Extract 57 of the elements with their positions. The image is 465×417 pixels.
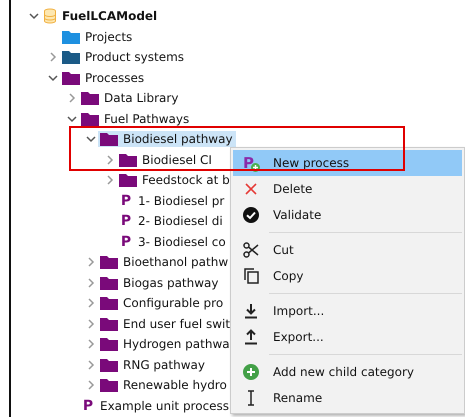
expand-chevron-icon[interactable] [86,339,96,350]
tree-item[interactable]: Feedstock at b [117,172,233,188]
tree-item[interactable]: Biodiesel CI [117,152,215,168]
tree-item[interactable]: RNG pathway [98,356,208,373]
menu-item[interactable]: Export... [233,324,462,350]
expand-chevron-icon[interactable] [105,154,115,165]
menu-item[interactable]: Validate [233,202,462,228]
process-icon: P [119,214,133,228]
tree-item[interactable]: Product systems [60,49,188,66]
tree-item[interactable]: Data Library [79,90,182,106]
tree-item[interactable]: Bioethanol pathw [98,254,232,270]
tree-item[interactable]: End user fuel swit [98,316,234,332]
expand-chevron-icon[interactable] [67,93,77,104]
collapse-chevron-icon[interactable] [86,134,96,144]
copy-icon [244,268,258,284]
scissors-icon [243,242,259,258]
process-icon: P [119,194,133,208]
expand-chevron-icon[interactable] [86,318,96,329]
tree-item[interactable]: Biodiesel pathway [98,131,236,148]
menu-item[interactable]: Copy [233,263,462,289]
expand-chevron-icon[interactable] [86,360,96,370]
expand-chevron-icon[interactable] [86,298,96,308]
menu-item[interactable]: Rename [233,385,462,411]
upload-icon [244,329,258,345]
tree-item[interactable]: Projects [60,28,136,45]
menu-item[interactable]: P New process [233,150,462,176]
expand-chevron-icon[interactable] [86,380,96,390]
expand-chevron-icon[interactable] [86,278,96,288]
menu-item[interactable]: Add new child category [233,359,462,385]
expand-chevron-icon[interactable] [48,52,58,62]
tree-item[interactable]: P 3- Biodiesel co [117,234,229,250]
tree-item[interactable]: FuelLCAModel [41,7,160,26]
expand-chevron-icon[interactable] [105,175,115,186]
check-circle-icon [243,207,259,223]
collapse-chevron-icon[interactable] [29,11,39,22]
tree-item[interactable]: Fuel Pathways [79,110,192,127]
delete-icon [245,183,257,195]
menu-item[interactable]: Cut [233,237,462,263]
text-cursor-icon [247,390,255,406]
collapse-chevron-icon[interactable] [67,114,77,124]
expand-chevron-icon[interactable] [86,257,96,268]
menu-item[interactable]: Delete [233,176,462,202]
tree-item[interactable]: P 2- Biodiesel di [117,213,226,230]
add-circle-icon [243,364,259,380]
tree-item[interactable]: P 1- Biodiesel pr [117,192,228,209]
database-icon [43,8,57,24]
tree-item[interactable]: Hydrogen pathwa [98,336,233,352]
collapse-chevron-icon[interactable] [48,72,58,83]
menu-item[interactable]: Import... [233,298,462,324]
tree-item[interactable]: P Example unit process [79,398,232,414]
download-icon [244,303,258,319]
tree-item[interactable]: Processes [60,70,148,86]
process-icon: P [119,234,133,249]
tree-item[interactable]: Renewable hydro [98,377,230,394]
process-icon: P [81,398,95,413]
tree-item[interactable]: Biogas pathway [98,274,222,291]
tree-item[interactable]: Configurable pro [98,295,226,312]
